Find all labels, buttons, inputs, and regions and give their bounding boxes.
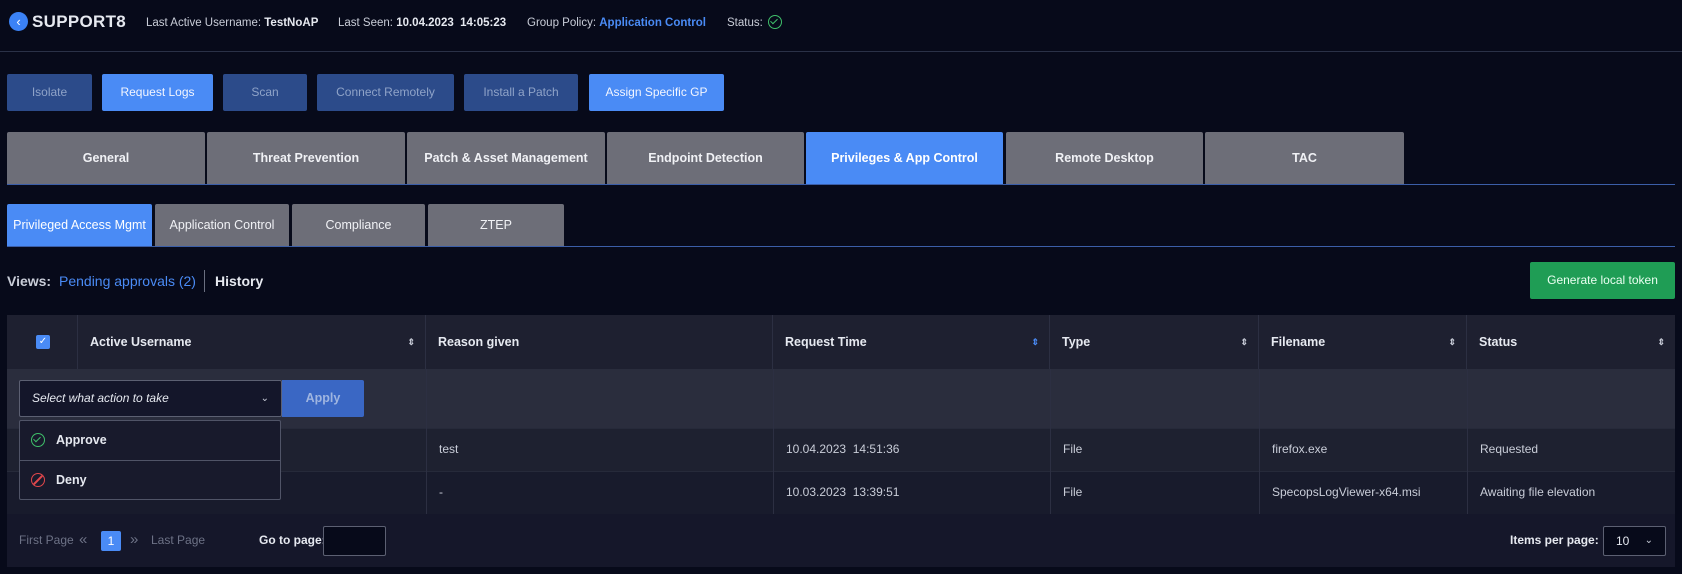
history-link[interactable]: History — [215, 273, 263, 289]
sort-active-icon: ⇕ — [1031, 337, 1039, 347]
items-per-page-value: 10 — [1616, 534, 1630, 548]
deny-option[interactable]: Deny — [19, 460, 281, 500]
last-seen-label: Last Seen: — [338, 17, 393, 29]
apply-button[interactable]: Apply — [282, 380, 364, 417]
page-current[interactable]: 1 — [101, 531, 121, 551]
sort-icon: ⇕ — [1240, 337, 1248, 347]
subtab-compliance[interactable]: Compliance — [292, 204, 425, 246]
cell-reason: test — [439, 442, 459, 456]
col-reason-given: Reason given — [426, 315, 773, 369]
column-divider — [1050, 369, 1051, 514]
install-patch-button[interactable]: Install a Patch — [464, 74, 578, 111]
connect-remotely-button[interactable]: Connect Remotely — [317, 74, 454, 111]
chevron-down-icon: ⌄ — [1644, 535, 1653, 546]
column-divider — [1259, 369, 1260, 514]
first-page-link[interactable]: First Page — [19, 533, 74, 547]
tab-general[interactable]: General — [7, 132, 205, 184]
cell-request-time: 10.03.2023 13:39:51 — [786, 485, 900, 499]
subtab-privileged-access[interactable]: Privileged Access Mgmt — [7, 204, 152, 246]
tab-tac[interactable]: TAC — [1205, 132, 1404, 184]
subtab-application-control[interactable]: Application Control — [155, 204, 289, 246]
subtab-ztep[interactable]: ZTEP — [428, 204, 564, 246]
scan-button[interactable]: Scan — [223, 74, 307, 111]
assign-gp-button[interactable]: Assign Specific GP — [589, 74, 724, 111]
status-label: Status: — [727, 17, 763, 29]
column-divider — [1467, 369, 1468, 514]
col-active-username[interactable]: Active Username ⇕ — [78, 315, 426, 369]
status-ok-icon — [768, 15, 782, 29]
double-chevron-left-icon[interactable]: « — [79, 531, 87, 548]
chevron-down-icon: ⌄ — [260, 393, 269, 404]
col-status[interactable]: Status ⇕ — [1467, 315, 1675, 369]
tab-threat-prevention[interactable]: Threat Prevention — [207, 132, 405, 184]
select-all-checkbox[interactable]: ✓ — [36, 335, 50, 349]
col-label: Status — [1479, 335, 1518, 349]
col-type[interactable]: Type ⇕ — [1050, 315, 1259, 369]
cell-filename: SpecopsLogViewer-x64.msi — [1272, 485, 1421, 499]
col-label: Reason given — [438, 335, 520, 349]
subtab-divider — [7, 246, 1675, 247]
column-divider — [426, 369, 427, 514]
generate-token-button[interactable]: Generate local token — [1530, 262, 1675, 299]
cell-status: Requested — [1480, 442, 1539, 456]
views-label: Views: — [7, 273, 52, 289]
approve-option[interactable]: Approve — [19, 420, 281, 460]
deny-block-icon — [31, 473, 45, 487]
back-icon[interactable]: ‹ — [9, 12, 28, 31]
action-select[interactable]: Select what action to take ⌄ — [19, 380, 282, 417]
sort-icon: ⇕ — [1448, 337, 1456, 347]
items-per-page-select[interactable]: 10 ⌄ — [1603, 526, 1666, 556]
tab-divider — [7, 184, 1675, 185]
group-policy-label: Group Policy: — [527, 17, 597, 29]
col-label: Request Time — [785, 335, 867, 349]
sort-icon: ⇕ — [407, 337, 415, 347]
views-separator — [204, 270, 205, 292]
last-user-info: Last Active Username: TestNoAP — [146, 17, 318, 29]
goto-page-label: Go to page: — [259, 533, 326, 547]
pending-approvals-link[interactable]: Pending approvals (2) — [59, 273, 196, 289]
sort-icon: ⇕ — [1657, 337, 1665, 347]
last-user-label: Last Active Username: — [146, 17, 262, 29]
cell-filename: firefox.exe — [1272, 442, 1328, 456]
last-page-link[interactable]: Last Page — [151, 533, 205, 547]
col-label: Filename — [1271, 335, 1326, 349]
cell-type: File — [1063, 442, 1083, 456]
last-seen-info: Last Seen: 10.04.2023 14:05:23 — [338, 17, 506, 29]
col-filename[interactable]: Filename ⇕ — [1259, 315, 1467, 369]
tab-privileges-app-control[interactable]: Privileges & App Control — [806, 132, 1003, 184]
group-policy-info: Group Policy: Application Control — [527, 17, 706, 29]
cell-reason: - — [439, 485, 443, 499]
action-select-placeholder: Select what action to take — [32, 391, 169, 405]
last-user-value: TestNoAP — [264, 17, 319, 29]
column-divider — [773, 369, 774, 514]
items-per-page-label: Items per page: — [1510, 533, 1599, 547]
cell-type: File — [1063, 485, 1083, 499]
last-seen-value: 10.04.2023 14:05:23 — [396, 17, 507, 29]
cell-request-time: 10.04.2023 14:51:36 — [786, 442, 900, 456]
pagination-bar — [7, 514, 1675, 567]
double-chevron-right-icon[interactable]: » — [130, 531, 138, 548]
col-request-time[interactable]: Request Time ⇕ — [773, 315, 1050, 369]
col-label: Type — [1062, 335, 1091, 349]
goto-page-input[interactable] — [323, 526, 386, 556]
tab-patch-asset-management[interactable]: Patch & Asset Management — [407, 132, 605, 184]
cell-status: Awaiting file elevation — [1480, 485, 1596, 499]
tab-remote-desktop[interactable]: Remote Desktop — [1006, 132, 1203, 184]
host-name: SUPPORT8 — [32, 12, 127, 31]
tab-endpoint-detection[interactable]: Endpoint Detection — [607, 132, 804, 184]
request-logs-button[interactable]: Request Logs — [102, 74, 213, 111]
col-label: Active Username — [90, 335, 192, 349]
isolate-button[interactable]: Isolate — [7, 74, 92, 111]
approve-check-icon — [31, 433, 45, 447]
group-policy-link[interactable]: Application Control — [599, 17, 706, 29]
